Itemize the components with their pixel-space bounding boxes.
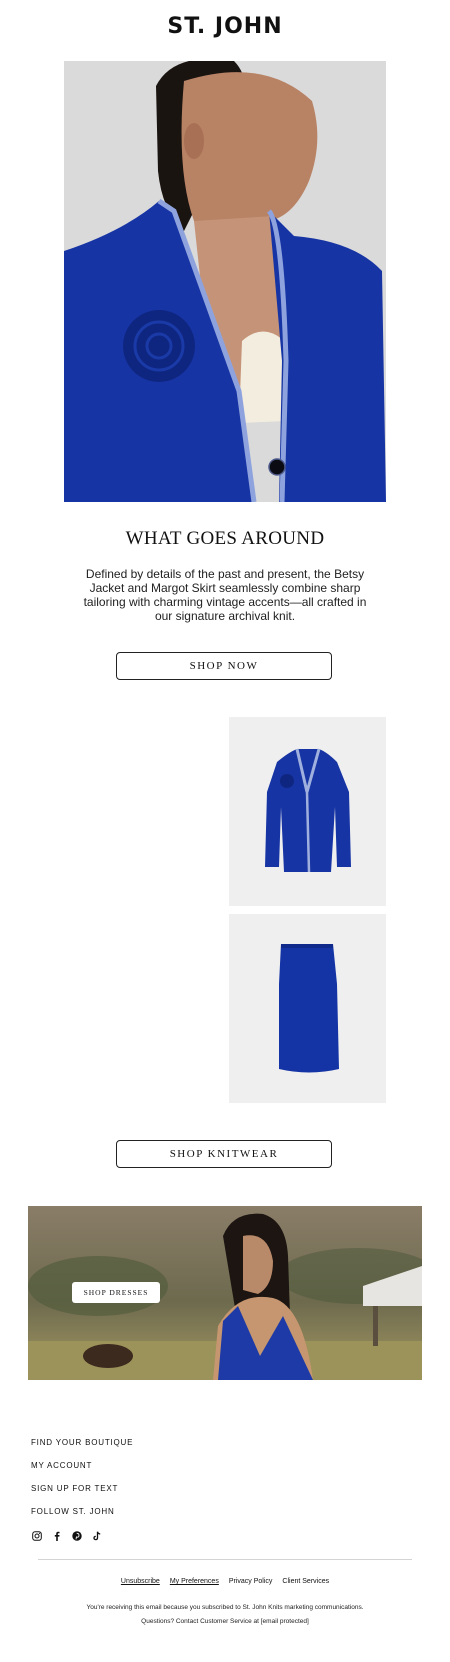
shop-knitwear-button[interactable]: SHOP KNITWEAR [116,1140,332,1168]
footer-link-my-account[interactable]: MY ACCOUNT [31,1460,133,1472]
client-services-link[interactable]: Client Services [282,1578,329,1585]
instagram-icon[interactable] [31,1530,42,1541]
hero-image[interactable] [64,61,386,502]
skirt-image [229,914,386,1103]
footer-divider [38,1559,412,1560]
preferences-link[interactable]: My Preferences [170,1578,219,1585]
brand-logo[interactable]: ST. JOHN [0,14,450,39]
tiktok-icon[interactable] [91,1530,102,1541]
email-container: ST. JOHN WHAT GOES AROUND Defined by det… [0,0,450,1662]
footer-links: FIND YOUR BOUTIQUE MY ACCOUNT SIGN UP FO… [31,1437,133,1529]
shop-dresses-button[interactable]: SHOP DRESSES [72,1282,160,1303]
unsubscribe-link[interactable]: Unsubscribe [121,1578,160,1585]
product-tile-skirt[interactable] [229,914,386,1103]
pinterest-icon[interactable] [71,1530,82,1541]
legal-links: Unsubscribe My Preferences Privacy Polic… [0,1578,450,1585]
dress-banner[interactable]: SHOP DRESSES [28,1206,422,1380]
hero-illustration [64,61,386,502]
subscription-notice: You're receiving this email because you … [86,1604,364,1611]
footer-link-find-boutique[interactable]: FIND YOUR BOUTIQUE [31,1437,133,1449]
contact-notice: Questions? Contact Customer Service at [… [141,1618,309,1625]
privacy-policy-link[interactable]: Privacy Policy [229,1578,273,1585]
editorial-body: Defined by details of the past and prese… [83,567,367,623]
footer-link-sign-up-text[interactable]: SIGN UP FOR TEXT [31,1483,133,1495]
editorial-headline: WHAT GOES AROUND [125,528,325,549]
product-tile-jacket[interactable] [229,717,386,906]
social-icons [31,1530,102,1541]
facebook-icon[interactable] [51,1530,62,1541]
footer-link-follow: FOLLOW ST. JOHN [31,1507,115,1516]
shop-now-button[interactable]: SHOP NOW [116,652,332,680]
jacket-image [229,717,386,906]
